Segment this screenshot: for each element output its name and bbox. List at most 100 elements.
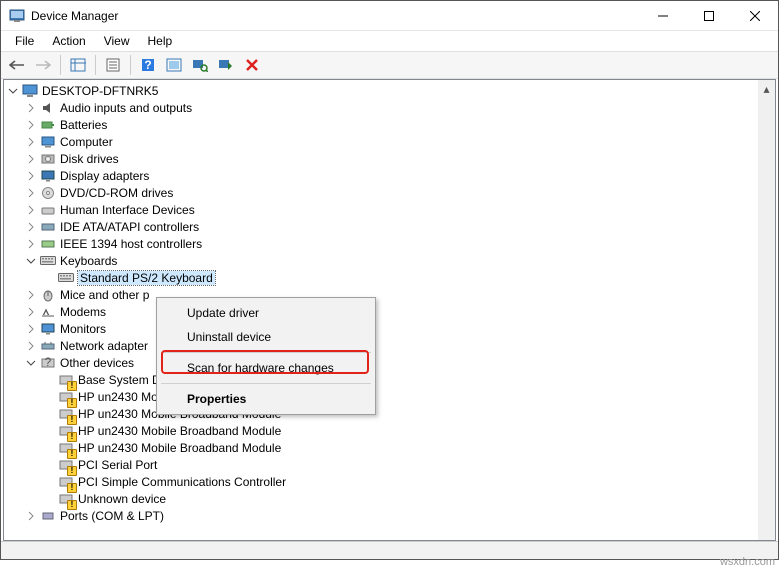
audio-icon [40,100,56,116]
expand-icon[interactable] [26,238,38,250]
device-unknown[interactable]: ! Unknown device [4,490,758,507]
category-ieee1394[interactable]: IEEE 1394 host controllers [4,235,758,252]
menu-action[interactable]: Action [44,32,93,50]
category-ide[interactable]: IDE ATA/ATAPI controllers [4,218,758,235]
device-tree[interactable]: DESKTOP-DFTNRK5 Audio inputs and outputs… [4,80,758,540]
ctx-properties[interactable]: Properties [159,387,373,411]
category-label: Monitors [60,322,106,336]
ctx-scan-hardware[interactable]: Scan for hardware changes [159,356,373,380]
update-driver-button[interactable] [162,54,186,76]
keyboard-icon [40,253,56,269]
category-audio[interactable]: Audio inputs and outputs [4,99,758,116]
toolbar-separator [60,55,61,75]
category-mice[interactable]: Mice and other p [4,286,758,303]
spacer [44,459,56,471]
expand-icon[interactable] [26,170,38,182]
collapse-icon[interactable] [8,85,20,97]
warn-device-icon: ! [58,474,74,490]
category-label: Keyboards [60,254,117,268]
expand-icon[interactable] [26,153,38,165]
warn-device-icon: ! [58,372,74,388]
device-hp-broadband[interactable]: ! HP un2430 Mobile Broadband Module [4,422,758,439]
device-label: HP un2430 Mobile Broadband Module [78,424,281,438]
maximize-button[interactable] [686,1,732,31]
collapse-icon[interactable] [26,255,38,267]
statusbar [1,541,778,559]
collapse-icon[interactable] [26,357,38,369]
expand-icon[interactable] [26,102,38,114]
spacer [44,442,56,454]
category-display-adapters[interactable]: Display adapters [4,167,758,184]
expand-icon[interactable] [26,204,38,216]
category-disk-drives[interactable]: Disk drives [4,150,758,167]
properties-button[interactable] [101,54,125,76]
device-standard-ps2-keyboard[interactable]: Standard PS/2 Keyboard [4,269,758,286]
show-hide-tree-button[interactable] [66,54,90,76]
category-dvd[interactable]: DVD/CD-ROM drives [4,184,758,201]
toolbar-separator [95,55,96,75]
device-label: PCI Serial Port [78,458,157,472]
device-hp-broadband[interactable]: ! HP un2430 Mobile Broadband Module [4,388,758,405]
help-button[interactable]: ? [136,54,160,76]
expand-icon[interactable] [26,306,38,318]
dvd-icon [40,185,56,201]
category-ports[interactable]: Ports (COM & LPT) [4,507,758,524]
expand-icon[interactable] [26,187,38,199]
toolbar-separator [130,55,131,75]
category-hid[interactable]: Human Interface Devices [4,201,758,218]
expand-icon[interactable] [26,289,38,301]
spacer [44,374,56,386]
close-button[interactable] [732,1,778,31]
expand-icon[interactable] [26,136,38,148]
warn-device-icon: ! [58,440,74,456]
scroll-up-icon[interactable]: ▴ [758,80,775,97]
hid-icon [40,202,56,218]
back-button[interactable] [5,54,29,76]
monitor-icon [40,321,56,337]
uninstall-button[interactable] [214,54,238,76]
category-label: Other devices [60,356,134,370]
expand-icon[interactable] [26,221,38,233]
ide-icon [40,219,56,235]
category-label: Mice and other p [60,288,149,302]
category-modems[interactable]: Modems [4,303,758,320]
delete-button[interactable] [240,54,264,76]
category-batteries[interactable]: Batteries [4,116,758,133]
device-pci-serial[interactable]: ! PCI Serial Port [4,456,758,473]
scan-hardware-button[interactable] [188,54,212,76]
expand-icon[interactable] [26,323,38,335]
warn-device-icon: ! [58,491,74,507]
expand-icon[interactable] [26,340,38,352]
ctx-uninstall-device[interactable]: Uninstall device [159,325,373,349]
category-label: DVD/CD-ROM drives [60,186,173,200]
device-label: Standard PS/2 Keyboard [78,271,215,285]
modem-icon [40,304,56,320]
forward-button[interactable] [31,54,55,76]
category-other-devices[interactable]: ? Other devices [4,354,758,371]
category-network[interactable]: Network adapter [4,337,758,354]
device-pci-comm[interactable]: ! PCI Simple Communications Controller [4,473,758,490]
ctx-update-driver[interactable]: Update driver [159,301,373,325]
expand-icon[interactable] [26,510,38,522]
category-label: Human Interface Devices [60,203,195,217]
device-hp-broadband[interactable]: ! HP un2430 Mobile Broadband Module [4,405,758,422]
device-hp-broadband[interactable]: ! HP un2430 Mobile Broadband Module [4,439,758,456]
menu-view[interactable]: View [96,32,138,50]
category-monitors[interactable]: Monitors [4,320,758,337]
expand-icon[interactable] [26,119,38,131]
category-keyboards[interactable]: Keyboards [4,252,758,269]
device-base-system[interactable]: ! Base System De [4,371,758,388]
root-node[interactable]: DESKTOP-DFTNRK5 [4,82,758,99]
menu-file[interactable]: File [7,32,42,50]
category-label: Display adapters [60,169,149,183]
category-label: Ports (COM & LPT) [60,509,164,523]
context-menu-separator [161,383,371,384]
vertical-scrollbar[interactable]: ▴ [758,80,775,540]
category-computer[interactable]: Computer [4,133,758,150]
titlebar[interactable]: Device Manager [1,1,778,31]
toolbar: ? [1,51,778,79]
spacer [44,476,56,488]
window-title: Device Manager [31,9,640,23]
menu-help[interactable]: Help [140,32,181,50]
minimize-button[interactable] [640,1,686,31]
